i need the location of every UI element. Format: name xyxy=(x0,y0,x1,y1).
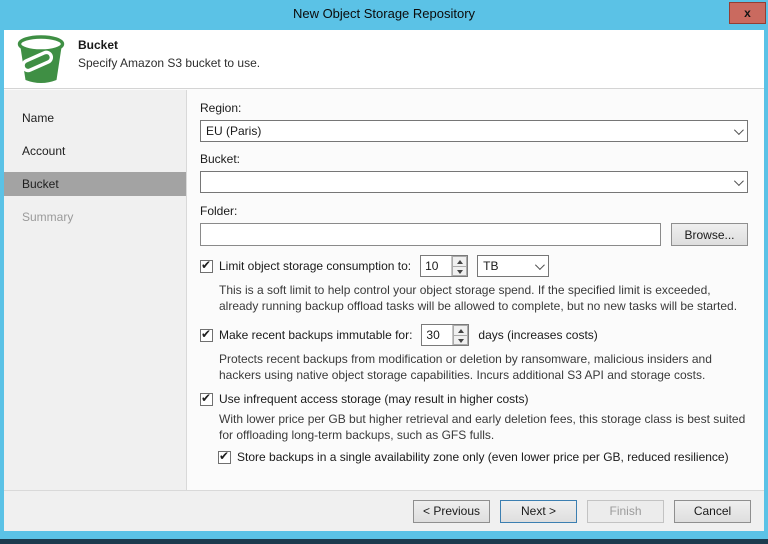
chevron-down-icon xyxy=(734,125,744,135)
limit-unit-dropdown[interactable]: TB xyxy=(477,255,549,277)
close-icon: x xyxy=(744,6,751,20)
single-az-checkbox[interactable]: ✔ xyxy=(218,451,231,464)
wizard-steps-sidebar: Name Account Bucket Summary xyxy=(4,90,187,490)
spinner-down-icon[interactable] xyxy=(453,335,468,346)
limit-consumption-checkbox[interactable]: ✔ xyxy=(200,260,213,273)
folder-row: Browse... xyxy=(200,223,748,246)
bucket-step-content: Region: EU (Paris) Bucket: Folder: Brows… xyxy=(187,90,764,490)
check-icon: ✔ xyxy=(201,391,211,405)
limit-consumption-row: ✔ Limit object storage consumption to: T… xyxy=(200,255,748,277)
infrequent-access-label: Use infrequent access storage (may resul… xyxy=(219,392,528,406)
bucket-icon xyxy=(13,33,69,87)
infrequent-access-checkbox[interactable]: ✔ xyxy=(200,393,213,406)
infrequent-access-description: With lower price per GB but higher retri… xyxy=(219,411,748,443)
bucket-label: Bucket: xyxy=(200,152,748,166)
limit-description: This is a soft limit to help control you… xyxy=(219,282,748,314)
spinner-buttons xyxy=(451,256,467,276)
infrequent-access-row: ✔ Use infrequent access storage (may res… xyxy=(200,392,748,406)
sidebar-item-bucket[interactable]: Bucket xyxy=(4,172,186,196)
dialog-title: New Object Storage Repository xyxy=(0,0,768,30)
limit-unit-value: TB xyxy=(483,259,535,273)
cancel-button[interactable]: Cancel xyxy=(674,500,751,523)
immutable-spinner xyxy=(421,324,469,346)
sidebar-item-name[interactable]: Name xyxy=(4,106,186,130)
dialog-frame: Bucket Specify Amazon S3 bucket to use. … xyxy=(4,30,764,531)
step-subtitle: Specify Amazon S3 bucket to use. xyxy=(78,56,260,70)
spinner-up-icon[interactable] xyxy=(452,256,467,266)
spinner-up-icon[interactable] xyxy=(453,325,468,335)
limit-spinner xyxy=(420,255,468,277)
titlebar: New Object Storage Repository x xyxy=(0,0,768,30)
single-az-label: Store backups in a single availability z… xyxy=(237,450,729,464)
folder-label: Folder: xyxy=(200,204,748,218)
spinner-down-icon[interactable] xyxy=(452,266,467,277)
region-label: Region: xyxy=(200,101,748,115)
next-button[interactable]: Next > xyxy=(500,500,577,523)
spinner-buttons xyxy=(452,325,468,345)
browse-button[interactable]: Browse... xyxy=(671,223,748,246)
check-icon: ✔ xyxy=(201,258,211,272)
folder-input[interactable] xyxy=(200,223,661,246)
immutable-row: ✔ Make recent backups immutable for: day… xyxy=(200,324,748,346)
sidebar-item-account[interactable]: Account xyxy=(4,139,186,163)
region-value: EU (Paris) xyxy=(206,124,734,138)
new-object-storage-repository-dialog: New Object Storage Repository x Bucket S… xyxy=(0,0,768,544)
immutable-checkbox[interactable]: ✔ xyxy=(200,329,213,342)
check-icon: ✔ xyxy=(219,449,229,463)
window-bottom-shadow xyxy=(0,539,768,544)
wizard-footer: < Previous Next > Finish Cancel xyxy=(4,490,764,531)
immutable-description: Protects recent backups from modificatio… xyxy=(219,351,748,383)
step-title: Bucket xyxy=(78,38,118,52)
limit-consumption-label: Limit object storage consumption to: xyxy=(219,259,411,273)
immutable-label: Make recent backups immutable for: xyxy=(219,328,412,342)
chevron-down-icon xyxy=(734,176,744,186)
bucket-dropdown[interactable] xyxy=(200,171,748,193)
previous-button[interactable]: < Previous xyxy=(413,500,490,523)
wizard-header: Bucket Specify Amazon S3 bucket to use. xyxy=(4,30,764,89)
region-dropdown[interactable]: EU (Paris) xyxy=(200,120,748,142)
check-icon: ✔ xyxy=(201,327,211,341)
single-az-row: ✔ Store backups in a single availability… xyxy=(218,450,748,464)
limit-value-input[interactable] xyxy=(421,256,451,276)
close-button[interactable]: x xyxy=(729,2,766,24)
immutable-value-input[interactable] xyxy=(422,325,452,345)
finish-button: Finish xyxy=(587,500,664,523)
immutable-suffix: days (increases costs) xyxy=(478,328,597,342)
chevron-down-icon xyxy=(535,260,545,270)
sidebar-item-summary: Summary xyxy=(4,205,186,229)
wizard-body: Name Account Bucket Summary Region: EU (… xyxy=(4,90,764,490)
